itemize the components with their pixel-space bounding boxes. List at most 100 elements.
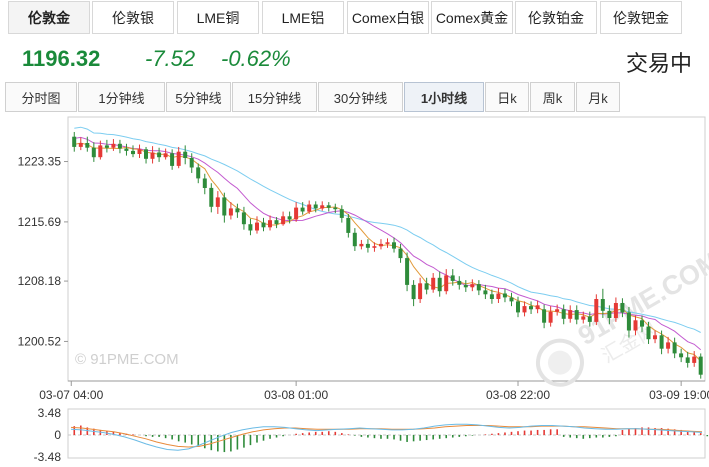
candle-body <box>131 150 135 155</box>
x-tick-label: 03-08 01:00 <box>264 388 328 402</box>
candle-body <box>470 284 475 288</box>
candle-body <box>561 309 566 319</box>
ma-line-long <box>74 126 701 333</box>
candle-body <box>535 305 540 310</box>
candle-body <box>483 290 488 295</box>
candle-body <box>392 242 396 249</box>
candle-body <box>398 248 403 259</box>
candle-body <box>574 310 579 320</box>
candle-body <box>326 205 331 208</box>
candle-body <box>98 145 103 158</box>
candle-body <box>529 306 533 310</box>
candle-body <box>496 293 501 299</box>
candle-body <box>672 342 677 354</box>
macd-frame <box>67 408 706 459</box>
y-tick-label: 1200.52 <box>18 334 62 348</box>
y-tick-label: 1208.18 <box>18 274 62 288</box>
candle-body <box>372 246 377 248</box>
candle-body <box>78 143 83 147</box>
candle-body <box>587 316 592 322</box>
candle-body <box>359 243 364 247</box>
candle-body <box>215 197 220 207</box>
candle-body <box>274 220 279 225</box>
candle-body <box>144 149 148 159</box>
candle-body <box>124 148 129 151</box>
candle-body <box>626 312 631 331</box>
candle-body <box>117 143 122 149</box>
candle-body <box>241 212 246 225</box>
x-tick-label: 03-09 19:00 <box>649 388 709 402</box>
candle-body <box>666 342 671 349</box>
candle-body <box>72 136 77 147</box>
candle-body <box>385 242 390 244</box>
candle-body <box>431 277 436 290</box>
candle-body <box>607 310 612 318</box>
candle-body <box>548 311 553 323</box>
candle-body <box>418 283 423 300</box>
candle-body <box>150 152 155 159</box>
candle-body <box>137 149 142 154</box>
candle-body <box>307 204 312 212</box>
candle-body <box>313 204 318 209</box>
candle-body <box>437 277 442 292</box>
candle-body <box>450 275 455 281</box>
macd-tick-label: 0 <box>54 428 61 442</box>
candle-body <box>522 306 527 313</box>
candle-body <box>698 356 703 375</box>
candle-body <box>255 222 259 231</box>
candle-body <box>333 207 338 210</box>
x-tick-label: 03-07 04:00 <box>39 388 103 402</box>
candle-body <box>339 209 344 218</box>
candle-body <box>104 145 109 148</box>
candle-body <box>170 153 175 166</box>
candle-body <box>692 356 697 363</box>
candle-body <box>463 284 468 288</box>
candle-body <box>294 207 299 220</box>
candle-body <box>189 158 194 168</box>
candle-body <box>320 205 325 209</box>
x-tick-label: 03-08 22:00 <box>486 388 550 402</box>
candle-body <box>405 258 410 285</box>
candle-body <box>653 335 657 340</box>
candle-body <box>411 284 416 300</box>
candle-body <box>516 301 520 313</box>
candle-body <box>444 275 449 292</box>
candle-body <box>176 151 181 166</box>
candle-body <box>85 143 90 148</box>
candle-body <box>365 243 370 248</box>
candle-body <box>281 216 286 225</box>
candle-body <box>502 293 507 298</box>
candle-body <box>196 167 201 179</box>
candle-body <box>163 153 168 158</box>
candle-body <box>600 299 605 311</box>
candle-body <box>352 232 357 247</box>
candlestick-chart: 1223.35 1215.69 1208.18 1200.52 03-07 04:00 0… <box>18 116 709 464</box>
candle-body <box>346 217 351 233</box>
candle-body <box>235 208 240 213</box>
candle-body <box>300 207 305 212</box>
macd-tick-label: 3.48 <box>38 406 62 420</box>
candle-body <box>633 320 638 331</box>
watermark-logo-core <box>547 350 572 375</box>
candle-body <box>202 178 207 188</box>
candle-body <box>424 283 429 290</box>
candle-body <box>228 208 233 216</box>
candle-body <box>555 309 560 312</box>
candle-body <box>679 353 684 358</box>
candle-body <box>594 299 599 322</box>
candle-body <box>222 197 227 216</box>
watermark-text: © 91PME.COM <box>75 351 179 368</box>
y-tick-label: 1215.69 <box>18 215 62 229</box>
candle-body <box>157 152 162 158</box>
candle-body <box>509 297 514 302</box>
candle-body <box>379 243 383 247</box>
candle-body <box>209 187 214 207</box>
candle-body <box>613 303 618 318</box>
candle-body <box>685 357 690 363</box>
candle-body <box>111 143 116 148</box>
candle-body <box>183 151 188 158</box>
candle-body <box>620 303 625 313</box>
watermark-logo: 91PME.COM汇金网 <box>535 246 709 387</box>
candle-body <box>640 320 644 327</box>
candle-body <box>568 310 573 319</box>
